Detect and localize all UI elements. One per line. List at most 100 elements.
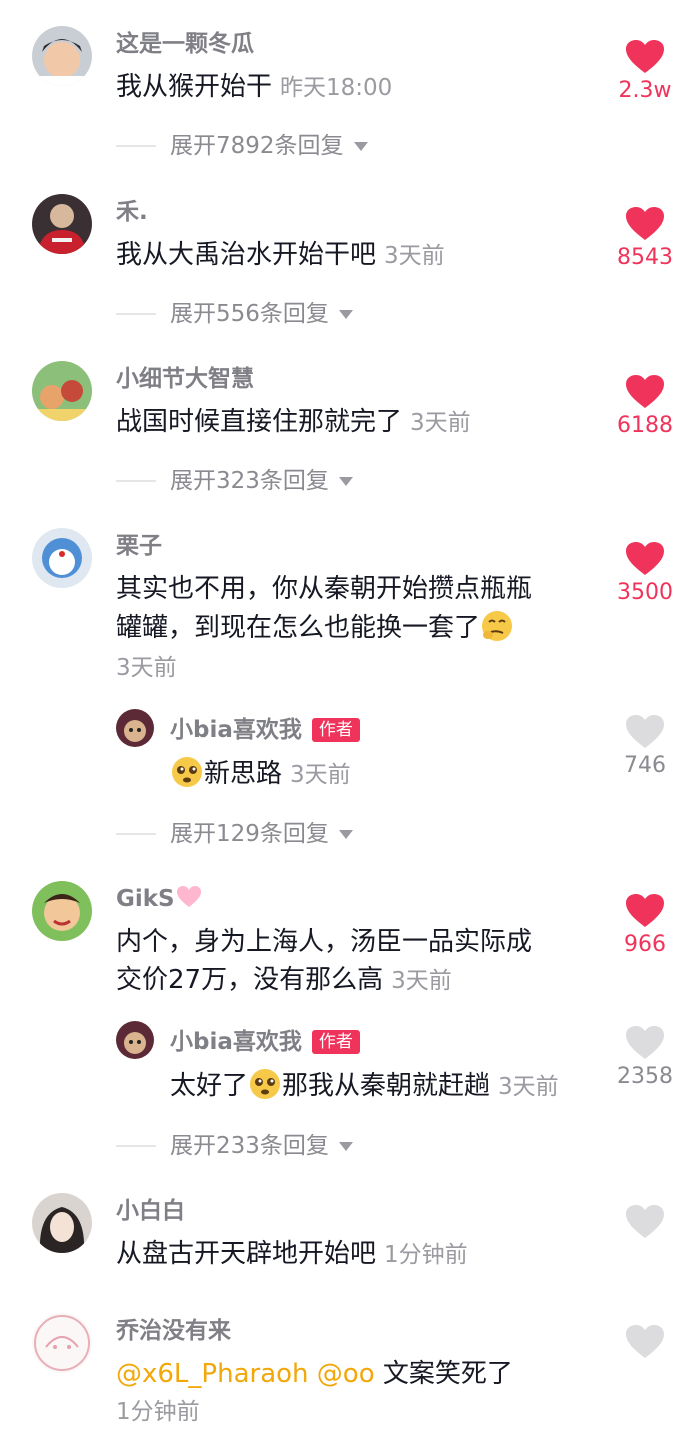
divider: [116, 145, 156, 147]
reply-text: 太好了 那我从秦朝就赶趟 3天前: [170, 1067, 559, 1106]
caret-down-icon: [338, 1141, 353, 1151]
comment-body: 交价27万，没有那么高: [116, 965, 384, 995]
commenter-name[interactable]: 栗子: [116, 532, 162, 560]
expand-replies-button[interactable]: 展开233条回复: [116, 1131, 353, 1161]
like-button[interactable]: [605, 1325, 685, 1359]
like-button[interactable]: 6188: [605, 375, 685, 441]
reply-author[interactable]: 小bia喜欢我 作者: [170, 1028, 360, 1056]
comment-time: 3天前: [116, 655, 177, 681]
reply-avatar[interactable]: [116, 709, 154, 747]
comment-text: 罐罐，到现在怎么也能换一套了: [116, 609, 514, 647]
comment-time: 1分钟前: [116, 1399, 200, 1425]
divider: [116, 1145, 156, 1147]
reply-time: 3天前: [498, 1074, 559, 1100]
expand-label: 展开7892条回复: [170, 133, 344, 159]
comment-time: 昨天18:00: [280, 75, 393, 101]
heart-icon: [626, 40, 664, 73]
commenter-name[interactable]: GikS: [116, 885, 201, 913]
caret-down-icon: [338, 476, 353, 486]
expand-label: 展开323条回复: [170, 468, 329, 494]
like-count: 2.3w: [618, 78, 672, 103]
avatar[interactable]: [32, 1313, 92, 1373]
like-count: 2358: [617, 1064, 673, 1089]
expand-replies-button[interactable]: 展开7892条回复: [116, 131, 368, 161]
comment-text: 我从猴开始干 昨天18:00: [116, 68, 392, 107]
reply-avatar[interactable]: [116, 1021, 154, 1059]
commenter-name[interactable]: 小细节大智慧: [116, 365, 254, 393]
heart-icon: [626, 1205, 664, 1238]
reply-text: 新思路 3天前: [170, 755, 351, 794]
like-button[interactable]: [605, 1205, 685, 1239]
comment-body: 战国时候直接住那就完了: [116, 407, 403, 437]
reply-author[interactable]: 小bia喜欢我 作者: [170, 716, 360, 744]
commenter-name[interactable]: 小白白: [116, 1197, 185, 1225]
pleading-emoji-icon: [170, 755, 204, 789]
heart-icon: [626, 207, 664, 240]
heart-icon: [626, 715, 664, 748]
expand-replies-button[interactable]: 展开129条回复: [116, 819, 353, 849]
like-button[interactable]: 2.3w: [605, 40, 685, 106]
comment-body: 从盘古开天辟地开始吧: [116, 1239, 377, 1269]
like-count: 6188: [617, 413, 673, 438]
reply-body: 新思路: [204, 759, 283, 789]
avatar[interactable]: [32, 194, 92, 254]
mention-link[interactable]: @x6L_Pharaoh: [116, 1359, 309, 1389]
heart-icon: [626, 1325, 664, 1358]
mention-link[interactable]: @oo: [317, 1359, 375, 1389]
comment-body: 我从猴开始干: [116, 72, 273, 102]
comment-text-line: 其实也不用，你从秦朝开始攒点瓶瓶: [116, 574, 533, 604]
like-count: 966: [624, 932, 666, 957]
comment-text: @x6L_Pharaoh @oo 文案笑死了: [116, 1355, 513, 1393]
comment-time: 3天前: [391, 968, 452, 994]
reply-body: 太好了: [170, 1071, 249, 1101]
comment-body: 我从大禹治水开始干吧: [116, 240, 377, 270]
heart-icon: [626, 1026, 664, 1059]
comment-body: 罐罐，到现在怎么也能换一套了: [116, 613, 481, 643]
caret-down-icon: [338, 829, 353, 839]
commenter-name-text[interactable]: GikS: [116, 886, 175, 912]
avatar[interactable]: [32, 528, 92, 588]
heart-icon: [626, 375, 664, 408]
commenter-name[interactable]: 乔治没有来: [116, 1317, 231, 1345]
author-badge: 作者: [311, 1030, 360, 1054]
like-count: 8543: [617, 245, 673, 270]
comment-text: 从盘古开天辟地开始吧 1分钟前: [116, 1235, 468, 1274]
caret-down-icon: [338, 309, 353, 319]
divider: [116, 833, 156, 835]
expand-replies-button[interactable]: 展开556条回复: [116, 299, 353, 329]
avatar[interactable]: [32, 361, 92, 421]
heart-icon: [626, 542, 664, 575]
pleading-emoji-icon: [248, 1067, 282, 1101]
like-button[interactable]: 8543: [605, 207, 685, 273]
like-button[interactable]: 746: [605, 715, 685, 781]
avatar[interactable]: [32, 26, 92, 86]
comment-time: 3天前: [384, 243, 445, 269]
like-button[interactable]: 966: [605, 894, 685, 960]
thinking-emoji-icon: [480, 609, 514, 643]
reply-author-name[interactable]: 小bia喜欢我: [170, 717, 302, 743]
caret-down-icon: [353, 141, 368, 151]
avatar[interactable]: [32, 881, 92, 941]
comment-text: 交价27万，没有那么高 3天前: [116, 961, 452, 1000]
author-badge: 作者: [311, 718, 360, 742]
comment-time: 1分钟前: [384, 1242, 468, 1268]
reply-time: 3天前: [290, 762, 351, 788]
like-count: 3500: [617, 580, 673, 605]
expand-label: 展开556条回复: [170, 301, 329, 327]
divider: [116, 480, 156, 482]
comment-text: 我从大禹治水开始干吧 3天前: [116, 236, 445, 275]
commenter-name[interactable]: 这是一颗冬瓜: [116, 30, 254, 58]
like-button[interactable]: 3500: [605, 542, 685, 608]
comment-text-line: 内个，身为上海人，汤臣一品实际成: [116, 927, 533, 957]
like-button[interactable]: 2358: [605, 1026, 685, 1092]
like-count: 746: [624, 753, 666, 778]
commenter-name[interactable]: 禾.: [116, 198, 148, 226]
expand-replies-button[interactable]: 展开323条回复: [116, 466, 353, 496]
comment-body: 文案笑死了: [382, 1359, 513, 1389]
heart-icon: [626, 894, 664, 927]
reply-author-name[interactable]: 小bia喜欢我: [170, 1029, 302, 1055]
divider: [116, 313, 156, 315]
expand-label: 展开233条回复: [170, 1133, 329, 1159]
comment-time: 3天前: [410, 410, 471, 436]
avatar[interactable]: [32, 1193, 92, 1253]
